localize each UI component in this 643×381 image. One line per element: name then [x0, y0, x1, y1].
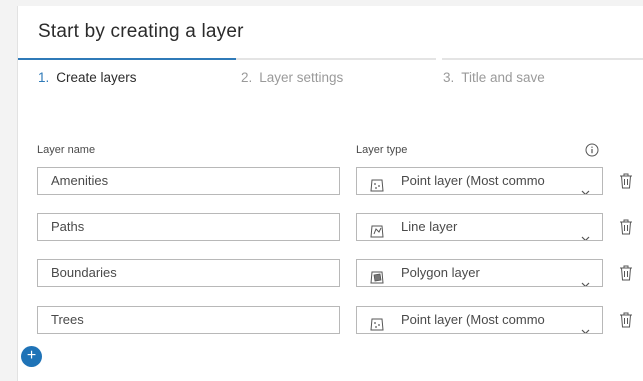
step-label: Layer settings	[259, 70, 344, 85]
layer-name-input[interactable]: Trees	[37, 306, 340, 334]
step-number: 1.	[38, 70, 50, 85]
layer-type-value: Polygon layer	[401, 265, 480, 280]
point-layer-icon	[370, 314, 384, 331]
line-layer-icon	[370, 221, 384, 238]
layer-name-input[interactable]: Paths	[37, 213, 340, 241]
chevron-down-icon	[581, 179, 590, 194]
step-number: 2.	[241, 70, 253, 85]
layer-type-value: Point layer (Most commo	[401, 173, 545, 188]
step-layer-settings[interactable]: 2. Layer settings	[241, 70, 343, 85]
delete-layer-trash-icon[interactable]	[619, 173, 633, 189]
step-create-layers[interactable]: 1. Create layers	[38, 70, 137, 85]
delete-layer-trash-icon[interactable]	[619, 312, 633, 328]
layer-type-select[interactable]: Polygon layer	[356, 259, 603, 287]
info-circle-icon[interactable]	[585, 143, 599, 157]
step-2-progress-bar	[236, 58, 436, 60]
layer-type-select[interactable]: Line layer	[356, 213, 603, 241]
delete-layer-trash-icon[interactable]	[619, 265, 633, 281]
layer-type-select[interactable]: Point layer (Most commo	[356, 306, 603, 334]
point-layer-icon	[370, 175, 384, 192]
layer-name-input[interactable]: Amenities	[37, 167, 340, 195]
step-1-progress-bar	[18, 58, 236, 60]
create-layer-dialog: Start by creating a layer 1. Create layer…	[17, 6, 643, 381]
chevron-down-icon	[581, 271, 590, 286]
step-3-progress-bar	[442, 58, 643, 60]
plus-icon: +	[26, 347, 37, 364]
layer-name-input[interactable]: Boundaries	[37, 259, 340, 287]
layer-type-value: Line layer	[401, 219, 458, 234]
layer-name-column-label: Layer name	[37, 144, 96, 156]
layer-type-value: Point layer (Most commo	[401, 312, 545, 327]
chevron-down-icon	[581, 225, 590, 240]
delete-layer-trash-icon[interactable]	[619, 219, 633, 235]
step-number: 3.	[443, 70, 455, 85]
chevron-down-icon	[581, 318, 590, 333]
step-title-and-save[interactable]: 3. Title and save	[443, 70, 545, 85]
step-label: Create layers	[56, 70, 137, 85]
layer-type-column-label: Layer type	[356, 144, 408, 156]
dialog-title: Start by creating a layer	[38, 21, 244, 42]
layer-type-select[interactable]: Point layer (Most commo	[356, 167, 603, 195]
add-layer-button[interactable]: +	[21, 346, 42, 367]
step-label: Title and save	[461, 70, 545, 85]
polygon-layer-icon	[370, 267, 384, 284]
